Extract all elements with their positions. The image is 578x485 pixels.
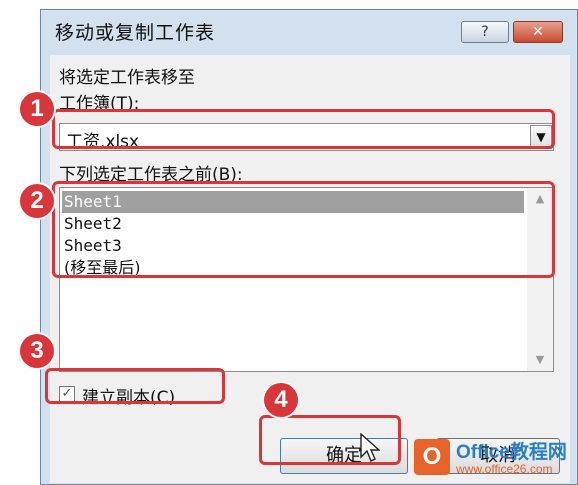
callout-badge-4: 4 [264, 383, 298, 417]
office-logo-icon: O [414, 439, 450, 475]
watermark-title: Office教程网 [456, 442, 567, 463]
help-button[interactable]: ? [461, 21, 509, 43]
callout-box-1 [52, 109, 555, 149]
dialog-title: 移动或复制工作表 [55, 22, 216, 44]
callout-box-2 [52, 181, 555, 278]
callout-box-3 [45, 368, 225, 404]
callout-badge-3: 3 [20, 334, 54, 368]
callout-badge-2: 2 [20, 184, 54, 218]
move-to-label: 将选定工作表移至 [59, 68, 195, 88]
title-bar[interactable]: 移动或复制工作表 ? ✕ [41, 10, 577, 54]
watermark-logo: O Office教程网 www.office26.com [414, 437, 574, 482]
scroll-down-icon[interactable]: ▼ [527, 351, 553, 369]
mouse-cursor-icon [360, 433, 380, 462]
callout-badge-1: 1 [20, 92, 54, 126]
watermark-url: www.office26.com [456, 462, 553, 476]
close-button[interactable]: ✕ [513, 21, 563, 43]
